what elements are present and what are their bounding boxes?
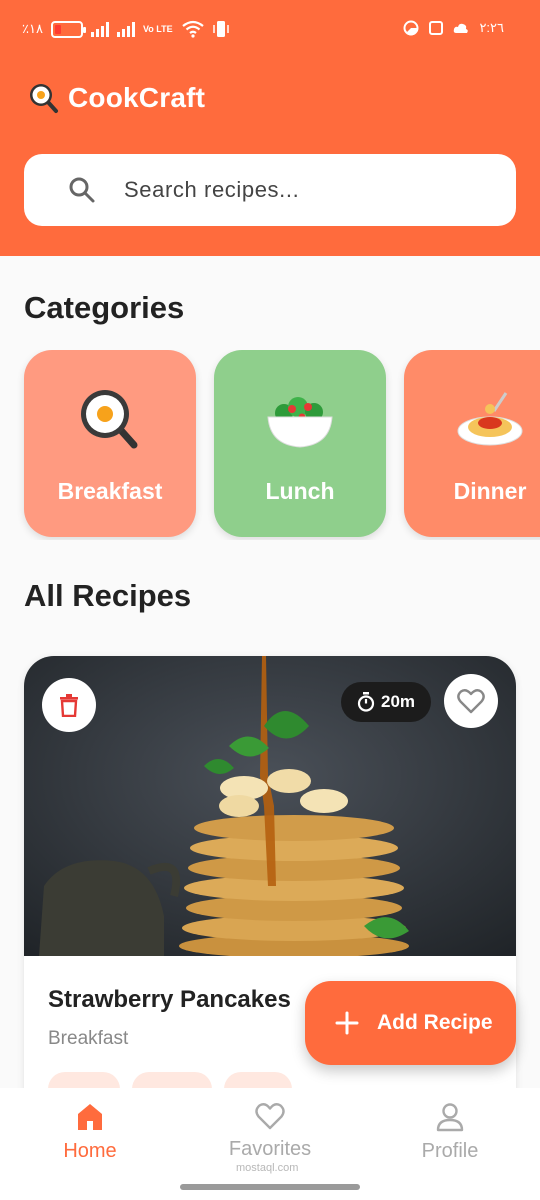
frying-egg-icon bbox=[24, 384, 196, 454]
status-left: ٪١٨ Vo LTE bbox=[22, 20, 229, 38]
home-icon bbox=[78, 1104, 102, 1130]
vibrate-icon bbox=[212, 21, 229, 37]
search-input[interactable] bbox=[124, 172, 494, 208]
sim-icon bbox=[429, 21, 444, 35]
heart-icon bbox=[457, 689, 485, 714]
cloud-icon bbox=[454, 23, 469, 33]
brand: CookCraft bbox=[28, 82, 205, 114]
recipe-name: Strawberry Pancakes bbox=[48, 986, 291, 1013]
trash-icon bbox=[60, 694, 78, 717]
wifi-icon bbox=[181, 20, 204, 38]
search-icon bbox=[69, 177, 95, 203]
battery-percent: ٪١٨ bbox=[22, 21, 43, 36]
nav-label: Profile bbox=[421, 1140, 479, 1162]
battery-icon bbox=[50, 20, 86, 38]
clock: ٢:٢٦ bbox=[479, 20, 504, 35]
frying-egg-icon bbox=[30, 84, 58, 113]
categories-list: Breakfast Lunch Dinner bbox=[0, 350, 540, 540]
category-label: Dinner bbox=[453, 478, 527, 504]
recipe-time: 20m bbox=[380, 692, 416, 711]
nav-label: Home bbox=[63, 1140, 117, 1162]
watermark: mostaql.com bbox=[236, 1162, 299, 1174]
time-badge: 20m bbox=[341, 682, 431, 722]
volte-label: Vo LTE bbox=[142, 23, 173, 34]
category-card-lunch[interactable]: Lunch bbox=[214, 350, 386, 537]
favorite-button[interactable] bbox=[444, 674, 498, 728]
plus-icon bbox=[335, 1011, 359, 1035]
category-card-breakfast[interactable]: Breakfast bbox=[24, 350, 196, 537]
category-card-dinner[interactable]: Dinner bbox=[404, 350, 540, 537]
category-label: Lunch bbox=[265, 478, 335, 504]
recipes-heading: All Recipes bbox=[24, 578, 192, 613]
add-recipe-label: Add Recipe bbox=[377, 1011, 493, 1034]
timer-icon bbox=[357, 692, 375, 712]
search-bar[interactable] bbox=[24, 154, 516, 226]
categories-heading: Categories bbox=[24, 290, 185, 325]
app-header: ٪١٨ Vo LTE ٢:٢٦ CookCraft Search recipes… bbox=[0, 0, 540, 256]
signal-icon bbox=[90, 21, 109, 37]
nav-item-home[interactable]: Home bbox=[0, 1102, 180, 1172]
spaghetti-icon bbox=[404, 384, 540, 454]
person-icon bbox=[436, 1103, 464, 1132]
status-right: ٢:٢٦ bbox=[403, 20, 504, 36]
recipe-image bbox=[24, 656, 516, 956]
data-saver-icon bbox=[403, 20, 419, 36]
status-bar: ٪١٨ Vo LTE ٢:٢٦ bbox=[0, 0, 540, 60]
nav-item-profile[interactable]: Profile bbox=[360, 1102, 540, 1172]
home-indicator[interactable] bbox=[180, 1184, 360, 1190]
recipe-category: Breakfast bbox=[48, 1028, 129, 1049]
app-title: CookCraft bbox=[68, 82, 206, 113]
signal-icon-2 bbox=[116, 21, 135, 37]
delete-button[interactable] bbox=[42, 678, 96, 732]
heart-icon bbox=[255, 1103, 285, 1130]
add-recipe-button[interactable]: Add Recipe bbox=[305, 981, 516, 1065]
nav-label: Favorites bbox=[228, 1138, 312, 1160]
salad-bowl-icon bbox=[214, 384, 386, 454]
category-label: Breakfast bbox=[57, 478, 163, 504]
